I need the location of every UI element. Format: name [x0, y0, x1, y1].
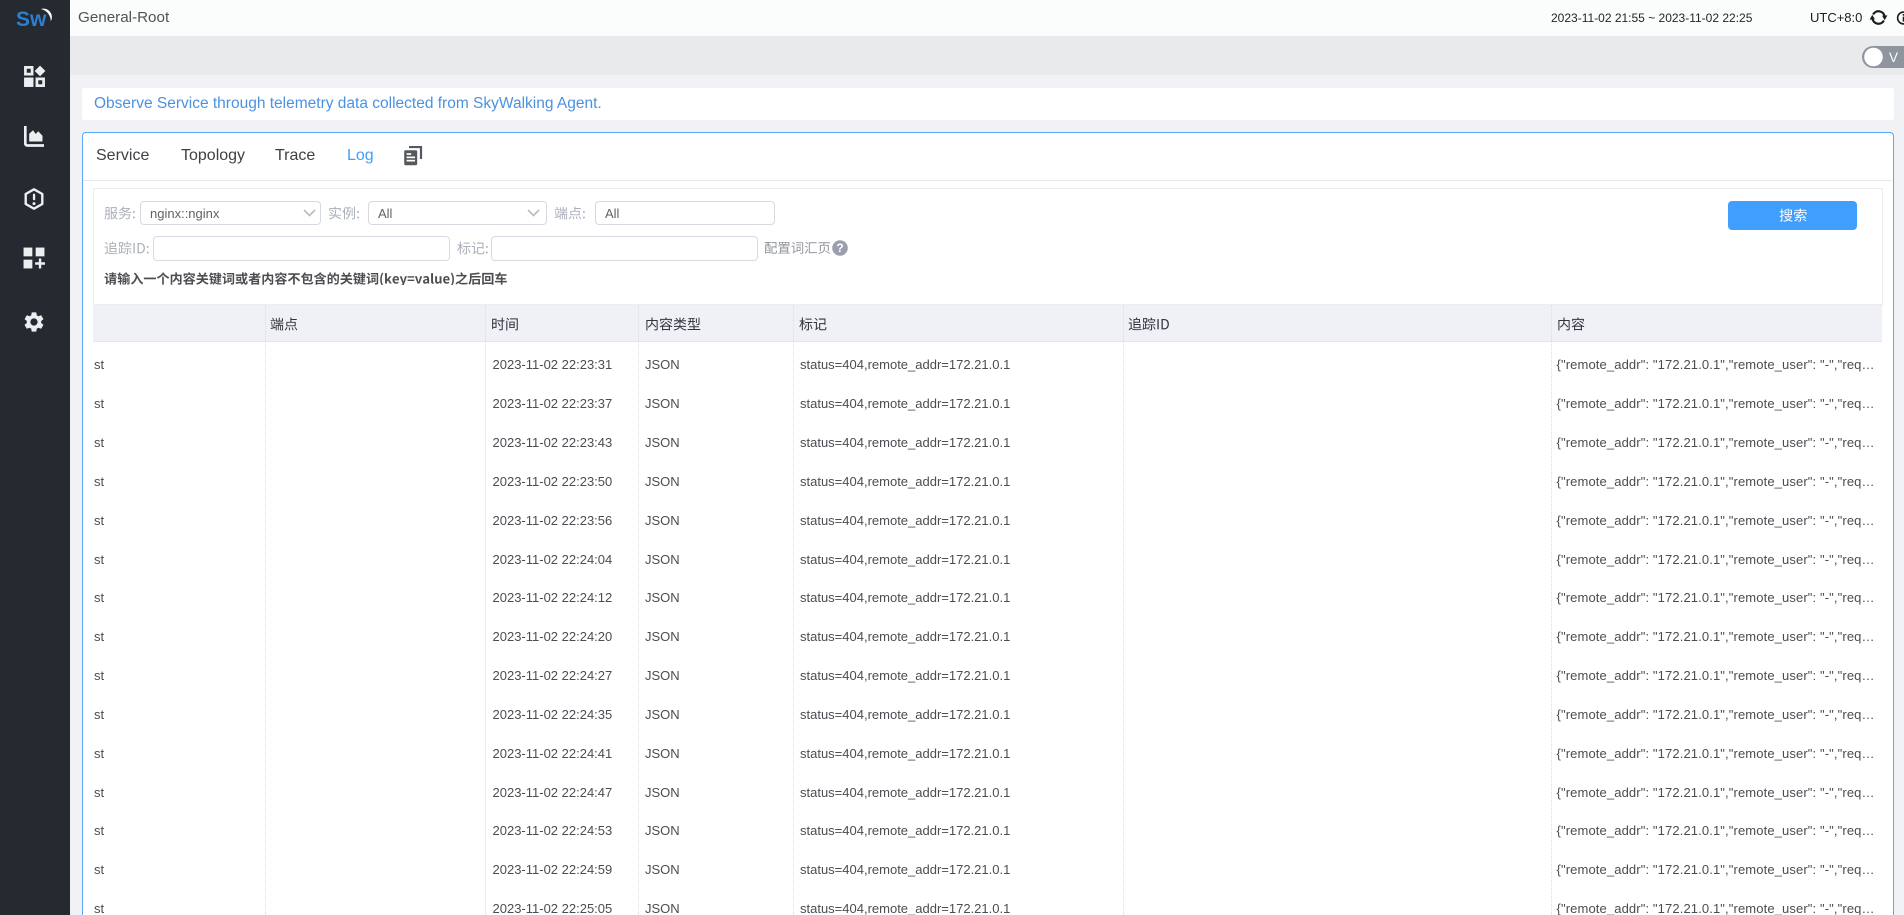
svg-text:V: V: [1889, 50, 1898, 65]
svg-text:?: ?: [836, 241, 843, 255]
